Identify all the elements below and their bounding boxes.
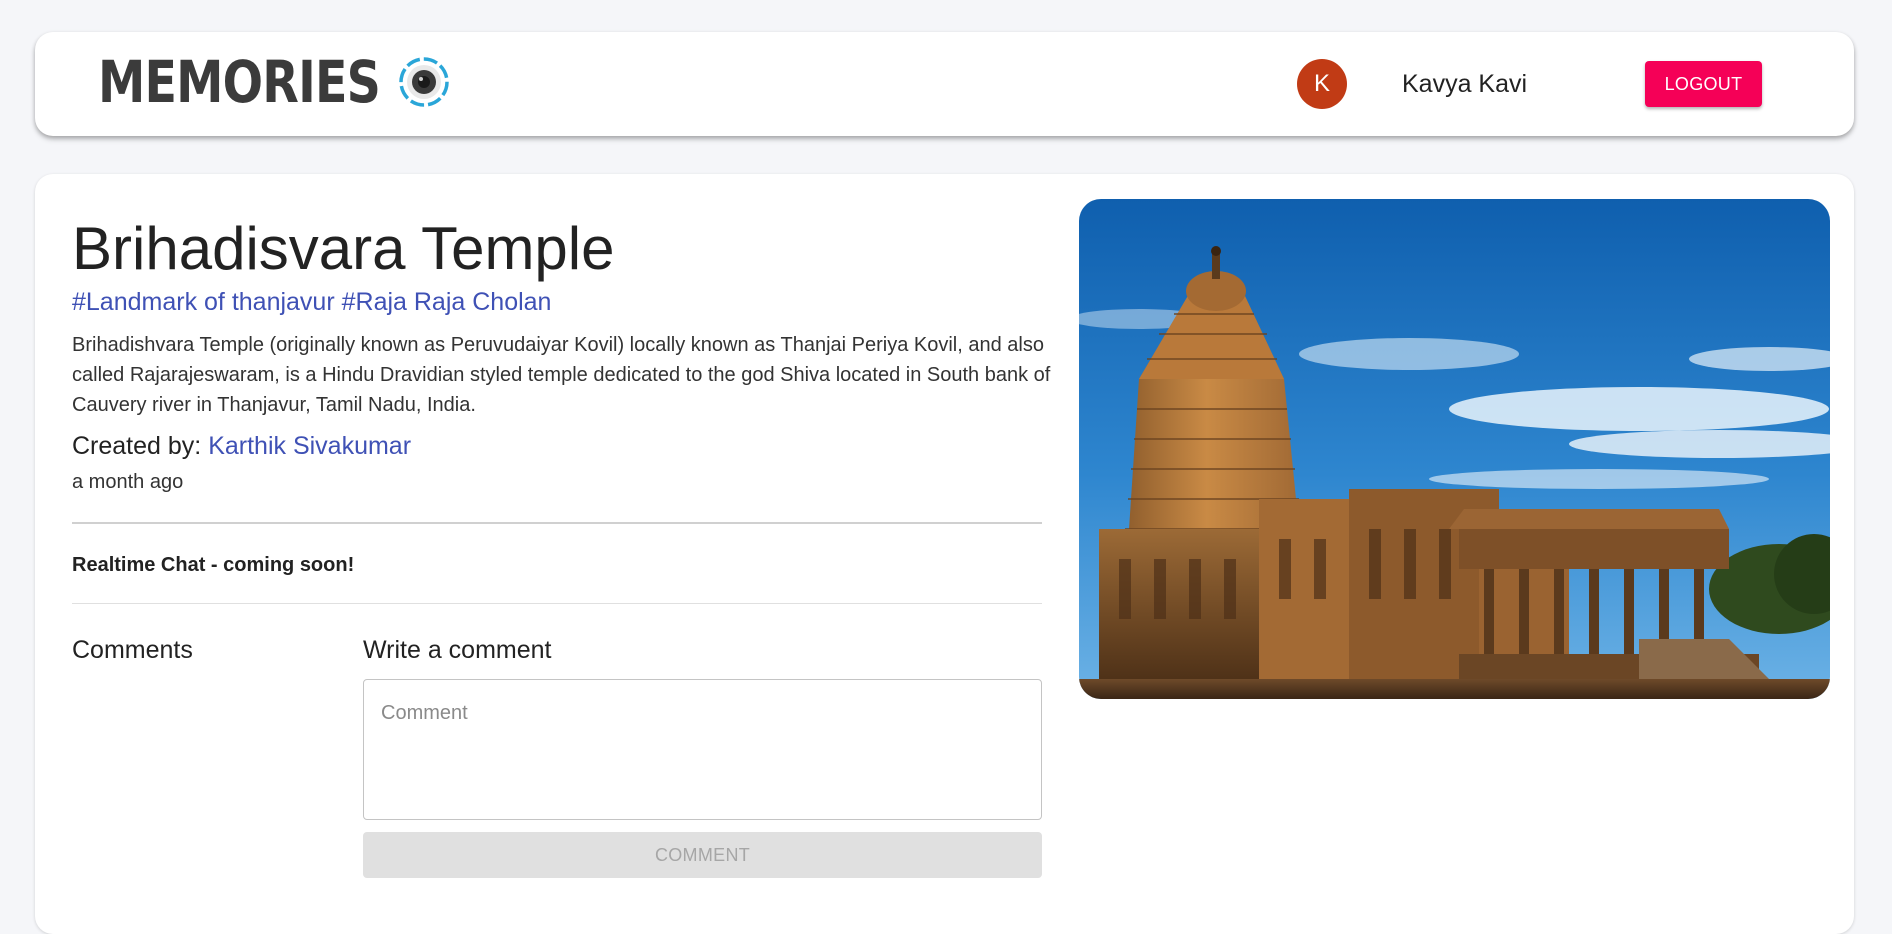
post-time: a month ago (72, 471, 184, 493)
comments-heading: Comments (72, 636, 193, 664)
comment-input[interactable] (363, 679, 1042, 820)
user-name: Kavya Kavi (1402, 70, 1528, 98)
divider (72, 522, 1042, 524)
post-description: Brihadishvara Temple (originally known a… (72, 334, 1051, 416)
created-by: Created by: Karthik Sivakumar (72, 430, 411, 462)
created-by-label: Created by: (72, 432, 209, 460)
post-image (1079, 199, 1830, 699)
realtime-chat-notice: Realtime Chat - coming soon! (72, 554, 355, 576)
write-comment-heading: Write a comment (363, 636, 552, 664)
creator-name: Karthik Sivakumar (208, 432, 412, 460)
avatar[interactable]: K (1297, 59, 1347, 109)
brand[interactable]: MEMORIES (98, 46, 450, 118)
post-tags: #Landmark of thanjavur #Raja Raja Cholan (72, 288, 552, 316)
camera-lens-icon (399, 57, 449, 107)
post-details-card: Brihadisvara Temple #Landmark of thanjav… (35, 174, 1854, 934)
post-title: Brihadisvara Temple (72, 215, 615, 282)
brand-title: MEMORIES (98, 48, 381, 116)
temple-photo (1079, 199, 1830, 699)
logout-button[interactable]: LOGOUT (1645, 61, 1762, 107)
app-bar: MEMORIES K Kavya Kavi LOGOUT (35, 32, 1854, 136)
comment-submit-button[interactable]: COMMENT (363, 832, 1042, 878)
divider (72, 603, 1042, 604)
